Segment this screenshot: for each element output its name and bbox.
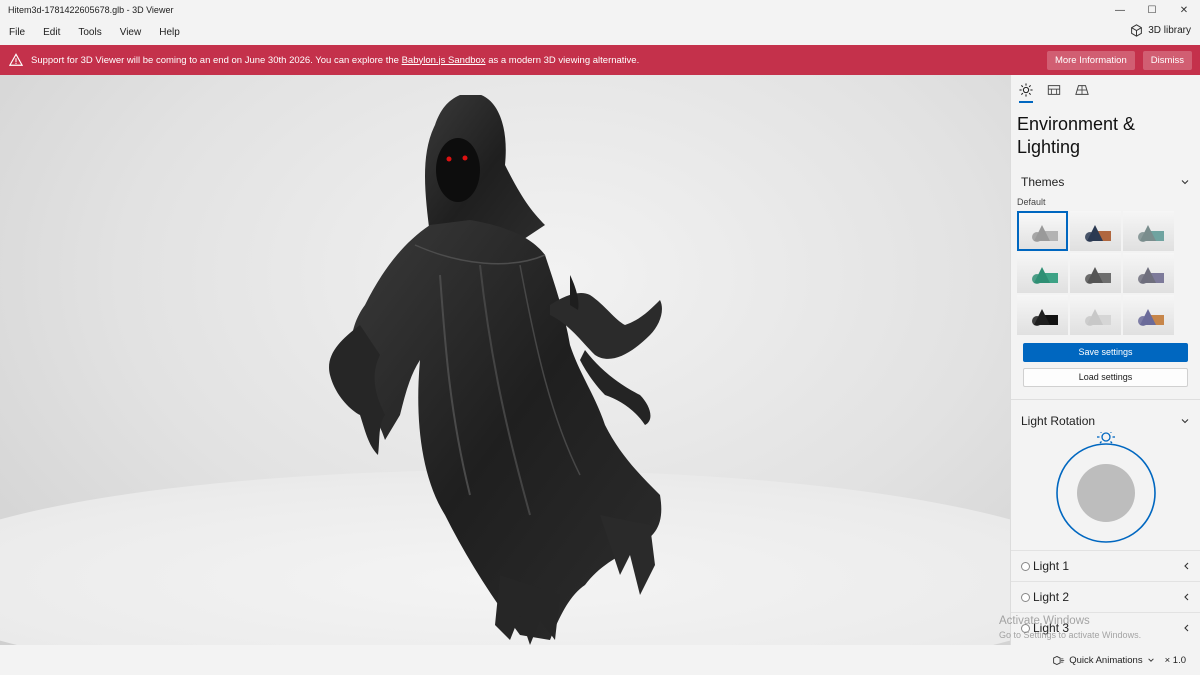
chevron-left-icon [1184, 624, 1189, 632]
load-settings-button[interactable]: Load settings [1023, 368, 1188, 387]
light-1-radio[interactable] [1021, 561, 1030, 571]
close-button[interactable]: ✕ [1168, 0, 1200, 20]
3d-viewport[interactable] [0, 75, 1010, 645]
more-information-button[interactable]: More Information [1046, 50, 1135, 70]
chevron-down-icon [1181, 180, 1189, 185]
activate-windows-watermark: Activate Windows Go to Settings to activ… [999, 614, 1141, 642]
light-2-radio[interactable] [1021, 592, 1030, 602]
cube-icon [1131, 24, 1143, 37]
chevron-down-icon [1181, 419, 1189, 424]
menu-view[interactable]: View [111, 20, 151, 45]
divider [1011, 399, 1200, 400]
theme-preview-icon [1032, 225, 1058, 242]
panel-title: Environment & Lighting [1017, 114, 1136, 157]
menu-bar: File Edit Tools View Help [0, 20, 1200, 45]
light-1-label: Light 1 [1033, 559, 1070, 573]
theme-preview-icon [1032, 267, 1058, 284]
quick-animations-button[interactable]: Quick Animations [1052, 655, 1154, 666]
theme-teal[interactable] [1123, 211, 1174, 251]
theme-preview-icon [1085, 309, 1111, 326]
chevron-down-icon [1147, 658, 1154, 662]
quick-animations-label: Quick Animations [1069, 654, 1143, 666]
theme-preview-icon [1138, 267, 1164, 284]
light-rotation-header[interactable]: Light Rotation [1011, 410, 1200, 432]
menu-tools[interactable]: Tools [69, 20, 110, 45]
theme-preview-icon [1085, 267, 1111, 284]
grid-icon [1075, 85, 1089, 95]
environment-tab[interactable] [1047, 83, 1061, 97]
3d-library-button[interactable]: 3D library [1130, 24, 1191, 37]
menu-edit[interactable]: Edit [34, 20, 69, 45]
light-rotation-dial[interactable] [1011, 429, 1200, 544]
warning-icon [9, 53, 23, 66]
lighting-tab[interactable] [1019, 83, 1033, 103]
theme-light[interactable] [1070, 295, 1121, 335]
grid-tab[interactable] [1075, 83, 1089, 97]
theme-preview-icon [1085, 225, 1111, 242]
dismiss-button[interactable]: Dismiss [1142, 50, 1192, 70]
save-settings-button[interactable]: Save settings [1023, 343, 1188, 362]
themes-header[interactable]: Themes [1011, 171, 1200, 193]
deprecation-banner: Support for 3D Viewer will be coming to … [0, 45, 1200, 75]
light-1-row[interactable]: Light 1 [1011, 550, 1200, 581]
playback-speed[interactable]: × 1.0 [1165, 655, 1186, 666]
theme-grey[interactable] [1070, 253, 1121, 293]
theme-dark[interactable] [1017, 295, 1068, 335]
chevron-left-icon [1184, 593, 1189, 601]
title-bar: Hitem3d-1781422605678.glb - 3D Viewer — … [0, 0, 1200, 20]
theme-preview-icon [1032, 309, 1058, 326]
theme-warm[interactable] [1070, 211, 1121, 251]
themes-heading: Themes [1021, 175, 1065, 189]
light-2-label: Light 2 [1033, 590, 1070, 604]
sun-icon [1019, 83, 1033, 97]
light-2-row[interactable]: Light 2 [1011, 581, 1200, 612]
theme-purple[interactable] [1123, 253, 1174, 293]
theme-green[interactable] [1017, 253, 1068, 293]
theme-colorful[interactable] [1123, 295, 1174, 335]
light-rotation-heading: Light Rotation [1021, 414, 1096, 428]
menu-file[interactable]: File [0, 20, 34, 45]
environment-panel: Environment & Lighting Themes Default Sa… [1010, 75, 1200, 645]
maximize-button[interactable]: ☐ [1136, 0, 1168, 20]
activate-windows-subtitle: Go to Settings to activate Windows. [999, 630, 1142, 640]
light-rotation-control[interactable] [1011, 429, 1200, 544]
theme-preview-icon [1138, 309, 1164, 326]
reaper-model[interactable] [320, 95, 680, 645]
sun-handle-icon [1097, 429, 1115, 444]
environment-icon [1047, 85, 1061, 95]
minimize-button[interactable]: — [1104, 0, 1136, 20]
theme-preview-icon [1138, 225, 1164, 242]
window-title: Hitem3d-1781422605678.glb - 3D Viewer [8, 5, 174, 15]
panel-tabs [1011, 75, 1200, 105]
animation-icon [1053, 655, 1065, 665]
babylon-sandbox-link[interactable]: Babylon.js Sandbox [402, 55, 486, 66]
banner-message: Support for 3D Viewer will be coming to … [31, 54, 640, 66]
themes-grid [1011, 211, 1200, 335]
selected-theme-label: Default [1017, 197, 1046, 207]
chevron-left-icon [1184, 562, 1189, 570]
status-bar: Quick Animations × 1.0 [0, 645, 1200, 675]
activate-windows-title: Activate Windows [999, 615, 1090, 627]
theme-default[interactable] [1017, 211, 1068, 251]
3d-library-label: 3D library [1148, 25, 1191, 36]
menu-help[interactable]: Help [150, 20, 189, 45]
